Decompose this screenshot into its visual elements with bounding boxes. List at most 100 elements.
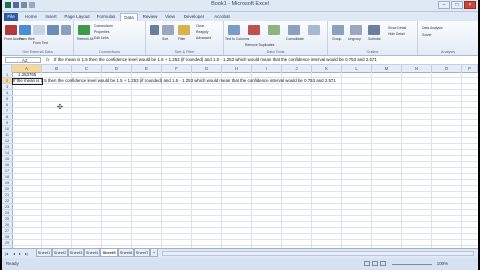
column-header[interactable]: F bbox=[162, 65, 192, 72]
maximize-button[interactable]: □ bbox=[451, 1, 463, 9]
cell-grid[interactable] bbox=[12, 72, 478, 248]
filter-icon[interactable] bbox=[178, 25, 190, 35]
refresh-icon[interactable] bbox=[78, 25, 90, 35]
clear-label[interactable]: Clear bbox=[196, 24, 204, 28]
tab-home[interactable]: Home bbox=[22, 13, 40, 21]
next-sheet-icon[interactable]: ▸ bbox=[19, 251, 21, 256]
what-if-icon[interactable] bbox=[308, 25, 320, 35]
group-icon[interactable] bbox=[332, 25, 344, 35]
tab-acrobat[interactable]: Acrobat bbox=[210, 13, 234, 21]
close-button[interactable]: × bbox=[464, 1, 476, 9]
column-header[interactable]: C bbox=[72, 65, 102, 72]
consolidate-label[interactable]: Consolidate bbox=[286, 37, 304, 41]
sort-icon[interactable] bbox=[162, 25, 174, 35]
tab-file[interactable]: File bbox=[4, 13, 18, 21]
row-header[interactable]: 29 bbox=[2, 240, 12, 246]
tab-formulas[interactable]: Formulas bbox=[94, 13, 118, 21]
text-to-columns-label[interactable]: Text to Columns bbox=[225, 37, 249, 41]
group-connections: Refresh All Connections Properties Edit … bbox=[74, 21, 146, 55]
reapply-label[interactable]: Reapply bbox=[196, 30, 208, 34]
advanced-label[interactable]: Advanced bbox=[196, 36, 211, 40]
column-header[interactable]: A bbox=[12, 65, 42, 72]
sheet-tab[interactable]: Sheet2 bbox=[52, 249, 68, 257]
sheet-tab[interactable]: Sheet1 bbox=[36, 249, 52, 257]
from-text-label[interactable]: From Text bbox=[33, 41, 48, 45]
zoom-level[interactable]: 100% bbox=[437, 261, 448, 266]
minimize-button[interactable]: – bbox=[438, 1, 450, 9]
horizontal-scrollbar[interactable] bbox=[162, 251, 474, 256]
column-header[interactable]: K bbox=[312, 65, 342, 72]
sheet-tab[interactable]: Sheet7 bbox=[134, 249, 150, 257]
prev-sheet-icon[interactable]: ◂ bbox=[13, 251, 15, 256]
window-controls: – □ × bbox=[438, 1, 476, 9]
sheet-tab-active[interactable]: Sheet5 bbox=[100, 249, 118, 257]
title-bar: Book1 - Microsoft Excel – □ × bbox=[2, 0, 478, 12]
column-header[interactable]: H bbox=[222, 65, 252, 72]
window-title: Book1 - Microsoft Excel bbox=[211, 1, 269, 7]
column-header[interactable]: G bbox=[192, 65, 222, 72]
cell-a2[interactable]: If the mean is 1.5 then the confidence l… bbox=[13, 78, 336, 84]
column-header[interactable]: N bbox=[402, 65, 432, 72]
access-icon[interactable] bbox=[5, 25, 17, 35]
tab-insert[interactable]: Insert bbox=[42, 13, 60, 21]
column-header[interactable]: P bbox=[462, 65, 478, 72]
group-label-btn[interactable]: Group bbox=[332, 37, 341, 41]
sort-az-icon[interactable] bbox=[150, 25, 159, 35]
column-header[interactable]: B bbox=[42, 65, 72, 72]
column-header[interactable]: M bbox=[372, 65, 402, 72]
edit-links-label[interactable]: Edit Links bbox=[94, 36, 109, 40]
tab-view[interactable]: View bbox=[162, 13, 178, 21]
properties-label[interactable]: Properties bbox=[94, 30, 109, 34]
remove-duplicates-icon[interactable] bbox=[248, 25, 260, 35]
connections-label[interactable]: Connections bbox=[94, 24, 113, 28]
solver-label[interactable]: Solver bbox=[422, 33, 432, 37]
sort-label[interactable]: Sort bbox=[162, 37, 168, 41]
sheet-tab[interactable]: Sheet6 bbox=[118, 249, 134, 257]
group-label: Analysis bbox=[440, 50, 456, 54]
text-file-icon[interactable] bbox=[33, 25, 45, 35]
normal-view-icon[interactable] bbox=[364, 261, 370, 266]
sheet-tab[interactable]: Sheet3 bbox=[68, 249, 84, 257]
data-validation-icon[interactable] bbox=[268, 25, 280, 35]
other-sources-icon[interactable] bbox=[47, 25, 59, 35]
column-header[interactable]: D bbox=[102, 65, 132, 72]
connections-file-icon[interactable] bbox=[61, 25, 71, 35]
column-header[interactable]: L bbox=[342, 65, 372, 72]
group-analysis: Data Analysis Solver Analysis bbox=[418, 21, 478, 55]
show-detail-label[interactable]: Show Detail bbox=[388, 26, 406, 30]
subtotal-label[interactable]: Subtotal bbox=[368, 37, 380, 41]
name-box[interactable]: A2 bbox=[5, 57, 41, 63]
data-analysis-label[interactable]: Data Analysis bbox=[422, 26, 443, 30]
select-all-corner[interactable] bbox=[2, 65, 12, 72]
web-icon[interactable] bbox=[19, 25, 31, 35]
column-header[interactable]: J bbox=[282, 65, 312, 72]
column-header[interactable]: E bbox=[132, 65, 162, 72]
consolidate-icon[interactable] bbox=[288, 25, 300, 35]
subtotal-icon[interactable] bbox=[368, 25, 380, 35]
page-layout-view-icon[interactable] bbox=[372, 261, 378, 266]
column-header[interactable]: I bbox=[252, 65, 282, 72]
zoom-slider[interactable] bbox=[392, 264, 432, 265]
text-to-columns-icon[interactable] bbox=[228, 25, 240, 35]
ungroup-icon[interactable] bbox=[350, 25, 362, 35]
group-label: Connections bbox=[98, 50, 121, 54]
page-break-view-icon[interactable] bbox=[380, 261, 386, 266]
tab-developer[interactable]: Developer bbox=[180, 13, 208, 21]
column-header[interactable]: O bbox=[432, 65, 462, 72]
tab-data[interactable]: Data bbox=[120, 13, 138, 21]
ungroup-label[interactable]: Ungroup bbox=[348, 37, 361, 41]
hide-detail-label[interactable]: Hide Detail bbox=[388, 32, 405, 36]
tab-page-layout[interactable]: Page Layout bbox=[62, 13, 92, 21]
formula-input[interactable]: If the mean is 1.5 then the confidence l… bbox=[54, 57, 476, 63]
first-sheet-icon[interactable]: |◂ bbox=[5, 251, 8, 256]
tab-review[interactable]: Review bbox=[140, 13, 160, 21]
insert-sheet-icon[interactable]: + bbox=[150, 249, 158, 257]
last-sheet-icon[interactable]: ▸| bbox=[25, 251, 28, 256]
group-outline: Group Ungroup Subtotal Show Detail Hide … bbox=[328, 21, 418, 55]
insert-function-icon[interactable]: fx bbox=[46, 57, 50, 62]
remove-duplicates-label[interactable]: Remove Duplicates bbox=[245, 43, 274, 47]
group-get-external-data: From Access From Web From Text Get Exter… bbox=[2, 21, 74, 55]
sheet-tab[interactable]: Sheet4 bbox=[84, 249, 100, 257]
filter-label[interactable]: Filter bbox=[178, 37, 186, 41]
refresh-all-label[interactable]: Refresh All bbox=[77, 37, 93, 41]
